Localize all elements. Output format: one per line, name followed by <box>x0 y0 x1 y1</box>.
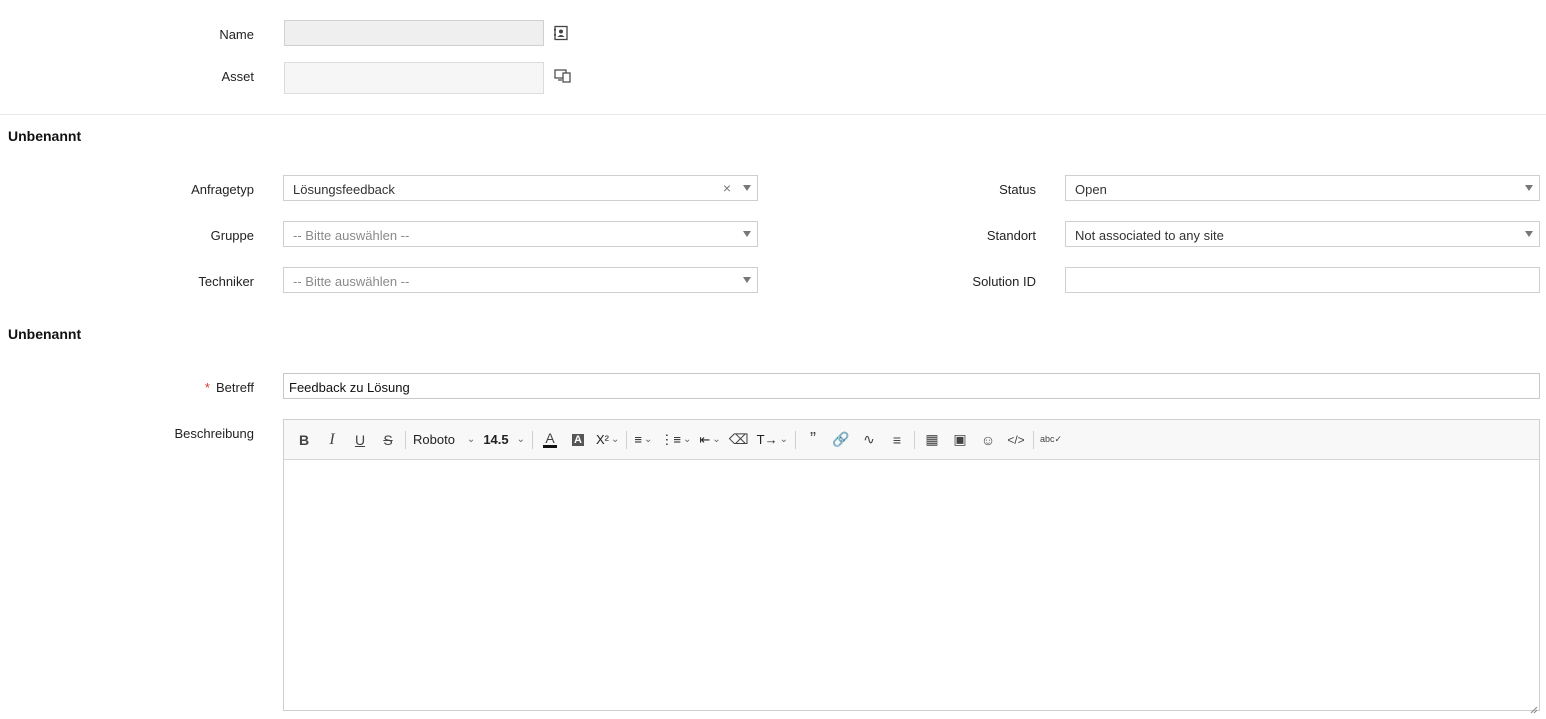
indent-icon[interactable]: ⇤ ⌄ <box>695 427 724 453</box>
standort-select[interactable]: Not associated to any site <box>1065 221 1540 247</box>
superscript-icon[interactable]: X² ⌄ <box>592 427 623 453</box>
standort-label: Standort <box>986 228 1036 243</box>
anfragetyp-value: Lösungsfeedback <box>293 182 395 197</box>
dropdown-arrow-icon <box>1525 231 1533 237</box>
font-size-value: 14.5 <box>483 432 509 447</box>
anfragetyp-select[interactable]: Lösungsfeedback × <box>283 175 758 201</box>
beschreibung-label: Beschreibung <box>174 426 255 441</box>
strikethrough-icon[interactable]: S <box>374 427 402 453</box>
section-title: Unbenannt <box>8 128 82 144</box>
text-direction-icon[interactable]: T→ ⌄ <box>753 427 792 453</box>
gruppe-placeholder: -- Bitte auswählen -- <box>293 228 410 243</box>
status-select[interactable]: Open <box>1065 175 1540 201</box>
divider <box>0 114 1546 115</box>
required-marker: * <box>204 380 210 395</box>
chevron-down-icon: ⌄ <box>611 434 620 445</box>
clear-icon[interactable]: × <box>723 180 731 196</box>
background-color-icon[interactable]: A <box>564 427 592 453</box>
image-icon[interactable]: ▣ <box>946 427 974 453</box>
font-family-dropdown[interactable]: Roboto ⌄ <box>409 427 479 453</box>
anfragetyp-label: Anfragetyp <box>191 182 254 197</box>
resize-handle-icon[interactable] <box>1530 701 1538 714</box>
chevron-down-icon: ⌄ <box>712 434 721 445</box>
solution-id-input[interactable] <box>1065 267 1540 293</box>
dropdown-arrow-icon <box>743 231 751 237</box>
dropdown-arrow-icon <box>743 185 751 191</box>
editor-toolbar: B I U S Roboto ⌄ 14.5 ⌄ A A X² ⌄ ≡ ⌄ ⋮≡ ⌄ ⇤ ⌄ … <box>284 420 1539 460</box>
link-icon[interactable]: 🔗 <box>827 427 855 453</box>
toolbar-separator <box>626 430 628 449</box>
betreff-value: Feedback zu Lösung <box>289 380 410 395</box>
editor-content[interactable] <box>284 460 1539 710</box>
spellcheck-icon[interactable]: abc✓ <box>1037 427 1065 453</box>
asset-input[interactable] <box>284 62 544 94</box>
betreff-input[interactable]: Feedback zu Lösung <box>283 373 1540 399</box>
gruppe-select[interactable]: -- Bitte auswählen -- <box>283 221 758 247</box>
font-family-value: Roboto <box>413 432 455 447</box>
unlink-icon[interactable]: ∿ <box>855 427 883 453</box>
name-input[interactable] <box>284 20 544 46</box>
align-icon[interactable]: ≡ ⌄ <box>630 427 656 453</box>
chevron-down-icon: ⌄ <box>682 434 692 445</box>
eraser-icon[interactable]: ⌫ <box>725 427 753 453</box>
underline-icon[interactable]: U <box>346 427 374 453</box>
techniker-placeholder: -- Bitte auswählen -- <box>293 274 410 289</box>
standort-value: Not associated to any site <box>1075 228 1224 243</box>
gruppe-label: Gruppe <box>210 228 254 243</box>
chevron-down-icon: ⌄ <box>466 434 476 445</box>
betreff-label: * Betreff <box>54 380 254 395</box>
italic-icon[interactable]: I <box>318 427 346 453</box>
solution-id-label: Solution ID <box>972 274 1036 289</box>
emoji-icon[interactable]: ☺ <box>974 427 1002 453</box>
status-value: Open <box>1075 182 1107 197</box>
bold-icon[interactable]: B <box>290 427 318 453</box>
techniker-select[interactable]: -- Bitte auswählen -- <box>283 267 758 293</box>
list-icon[interactable]: ⋮≡ ⌄ <box>656 427 695 453</box>
toolbar-separator <box>914 430 916 449</box>
chevron-down-icon: ⌄ <box>644 434 653 445</box>
chevron-down-icon: ⌄ <box>516 434 526 445</box>
section-title: Unbenannt <box>8 326 82 342</box>
name-label: Name <box>219 27 254 42</box>
toolbar-separator <box>1033 430 1035 449</box>
line-height-icon[interactable]: ≡ <box>883 427 911 453</box>
rich-text-editor: B I U S Roboto ⌄ 14.5 ⌄ A A X² ⌄ ≡ ⌄ ⋮≡ ⌄ ⇤ ⌄ … <box>283 419 1540 714</box>
quote-icon[interactable]: ” <box>799 427 827 453</box>
status-label: Status <box>999 182 1036 197</box>
font-size-dropdown[interactable]: 14.5 ⌄ <box>479 427 529 453</box>
betreff-label-text: Betreff <box>215 380 254 395</box>
toolbar-separator <box>405 430 406 449</box>
asset-label: Asset <box>221 69 254 84</box>
chevron-down-icon: ⌄ <box>779 434 789 445</box>
code-icon[interactable]: </> <box>1002 427 1030 453</box>
toolbar-separator <box>532 430 534 449</box>
table-icon[interactable]: ▦ <box>918 427 946 453</box>
dropdown-arrow-icon <box>1525 185 1533 191</box>
toolbar-separator <box>795 430 797 449</box>
asset-devices-icon[interactable] <box>554 68 572 84</box>
techniker-label: Techniker <box>198 274 254 289</box>
dropdown-arrow-icon <box>743 277 751 283</box>
font-color-icon[interactable]: A <box>536 427 564 453</box>
contact-book-icon[interactable] <box>553 25 569 41</box>
